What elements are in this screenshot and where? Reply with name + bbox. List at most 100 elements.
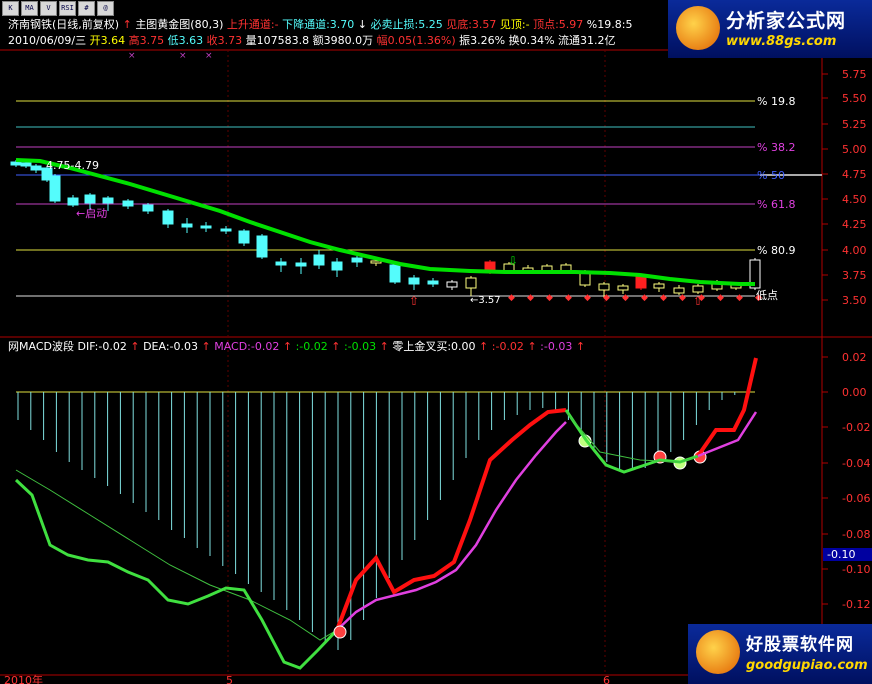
start-label: ←启动 — [76, 207, 107, 220]
dif-line-green — [14, 478, 339, 670]
channel-dot: ◆ — [622, 293, 629, 303]
top-marker: × — [179, 51, 187, 61]
axis-label: 4.75 — [842, 168, 867, 181]
macd-histogram — [17, 392, 736, 650]
axis-label: 4.25 — [842, 218, 867, 231]
candle-body — [389, 264, 401, 283]
candle-body — [331, 261, 343, 271]
channel-dot: ◆ — [660, 293, 667, 303]
channel-dots: ◆ ◆ ◆ ◆ ◆ ◆ ◆ ◆ ◆ ◆ ◆ ◆ ◆ ◆ — [508, 293, 762, 303]
moving-average-line — [15, 158, 755, 286]
axis-label: -0.04 — [842, 457, 870, 470]
top-marker: × — [205, 51, 213, 61]
fib-label-38: % 38.2 — [757, 141, 795, 154]
down-signal-icon: ⇩ — [508, 254, 518, 268]
axis-label: 3.50 — [842, 294, 867, 307]
candle-body — [142, 204, 154, 212]
candle-body — [30, 165, 42, 171]
candle-body — [465, 277, 477, 289]
candle-body — [122, 200, 134, 207]
fib-label-19: % 19.8 — [757, 95, 795, 108]
macd-y-axis: 0.02 0.00 -0.02 -0.04 -0.06 -0.08 -0.10 -0.12 — [822, 351, 870, 611]
macd-marker: -0.10 — [827, 548, 855, 561]
candle-body — [162, 210, 174, 225]
logo-bottom-url: goodgupiao.com — [746, 658, 868, 673]
channel-dot: ◆ — [603, 293, 610, 303]
logo-emblem-icon — [676, 6, 720, 50]
fib-label-50: % 50 — [757, 169, 785, 182]
channel-dot: ◆ — [546, 293, 553, 303]
candle-body — [256, 235, 268, 258]
axis-year: 2010年 — [4, 673, 43, 684]
candle-body — [408, 277, 420, 285]
candle-body — [10, 161, 22, 166]
candle-body — [49, 175, 61, 202]
chart-canvas[interactable]: % 19.8 % 38.2 % 50 % 61.8 % 80.9 × × × 5… — [0, 0, 872, 684]
bottom-label: 低点 — [756, 289, 778, 302]
channel-dot: ◆ — [527, 293, 534, 303]
cross-markers — [333, 434, 707, 639]
dif-line-red — [335, 408, 567, 631]
watermark-logo-bottom: 好股票软件网 goodgupiao.com — [688, 624, 872, 684]
channel-dot: ◆ — [584, 293, 591, 303]
candle-body — [446, 281, 458, 288]
candle-body — [238, 230, 250, 244]
logo-emblem-icon — [696, 630, 740, 674]
candle-body — [351, 257, 363, 263]
candle-body — [275, 261, 287, 266]
axis-label: -0.06 — [842, 492, 870, 505]
candle-body — [427, 280, 439, 285]
up-signal-icon: ⇧ — [693, 294, 703, 308]
channel-dot: ◆ — [641, 293, 648, 303]
main-y-axis: 5.75 5.50 5.25 5.00 4.75 4.50 4.25 4.00 3.75 3.50 — [822, 68, 867, 307]
candle-body — [181, 223, 193, 228]
candle-body — [84, 194, 96, 204]
axis-label: 5.25 — [842, 118, 867, 131]
axis-label: -0.12 — [842, 598, 870, 611]
channel-dot: ◆ — [736, 293, 743, 303]
cross-marker — [333, 625, 347, 639]
candle-body — [67, 197, 79, 206]
candle-body — [653, 283, 665, 289]
candle-body — [617, 285, 629, 291]
logo-top-title: 分析家公式网 — [726, 10, 847, 32]
dif-line-red — [696, 357, 758, 458]
axis-label: 5.75 — [842, 68, 867, 81]
channel-dot: ◆ — [679, 293, 686, 303]
low-point-label: ←3.57 — [470, 295, 501, 306]
axis-may: 5 — [226, 674, 233, 684]
candle-body — [635, 275, 647, 289]
axis-label: 3.75 — [842, 269, 867, 282]
up-signal-icon: ⇧ — [409, 294, 419, 308]
axis-label: -0.02 — [842, 421, 870, 434]
candle-body — [200, 225, 212, 229]
axis-label: 0.00 — [842, 386, 867, 399]
candle-body — [370, 260, 382, 264]
range-label: 4.75-4.79 — [46, 159, 99, 172]
dea-line — [697, 411, 758, 458]
axis-label: 4.00 — [842, 244, 867, 257]
axis-label: 5.00 — [842, 143, 867, 156]
axis-label: -0.08 — [842, 528, 870, 541]
channel-dot: ◆ — [717, 293, 724, 303]
candle-body — [220, 228, 232, 232]
axis-label: -0.10 — [842, 563, 870, 576]
candle-body — [692, 285, 704, 293]
logo-bottom-title: 好股票软件网 — [746, 635, 854, 655]
fib-label-80: % 80.9 — [757, 244, 795, 257]
dea-line — [336, 421, 567, 631]
watermark-logo-top: 分析家公式网 www.88gs.com — [668, 0, 872, 58]
axis-label: 0.02 — [842, 351, 867, 364]
top-marker: × — [128, 51, 136, 61]
channel-dot: ◆ — [508, 293, 515, 303]
fib-label-61: % 61.8 — [757, 198, 795, 211]
candle-body — [313, 254, 325, 266]
candle-body — [598, 283, 610, 291]
logo-top-url: www.88gs.com — [726, 34, 837, 49]
channel-dot: ◆ — [565, 293, 572, 303]
axis-jun: 6 — [603, 674, 610, 684]
candle-body — [20, 162, 32, 167]
axis-label: 4.50 — [842, 193, 867, 206]
candle-body — [102, 197, 114, 204]
axis-label: 5.50 — [842, 92, 867, 105]
